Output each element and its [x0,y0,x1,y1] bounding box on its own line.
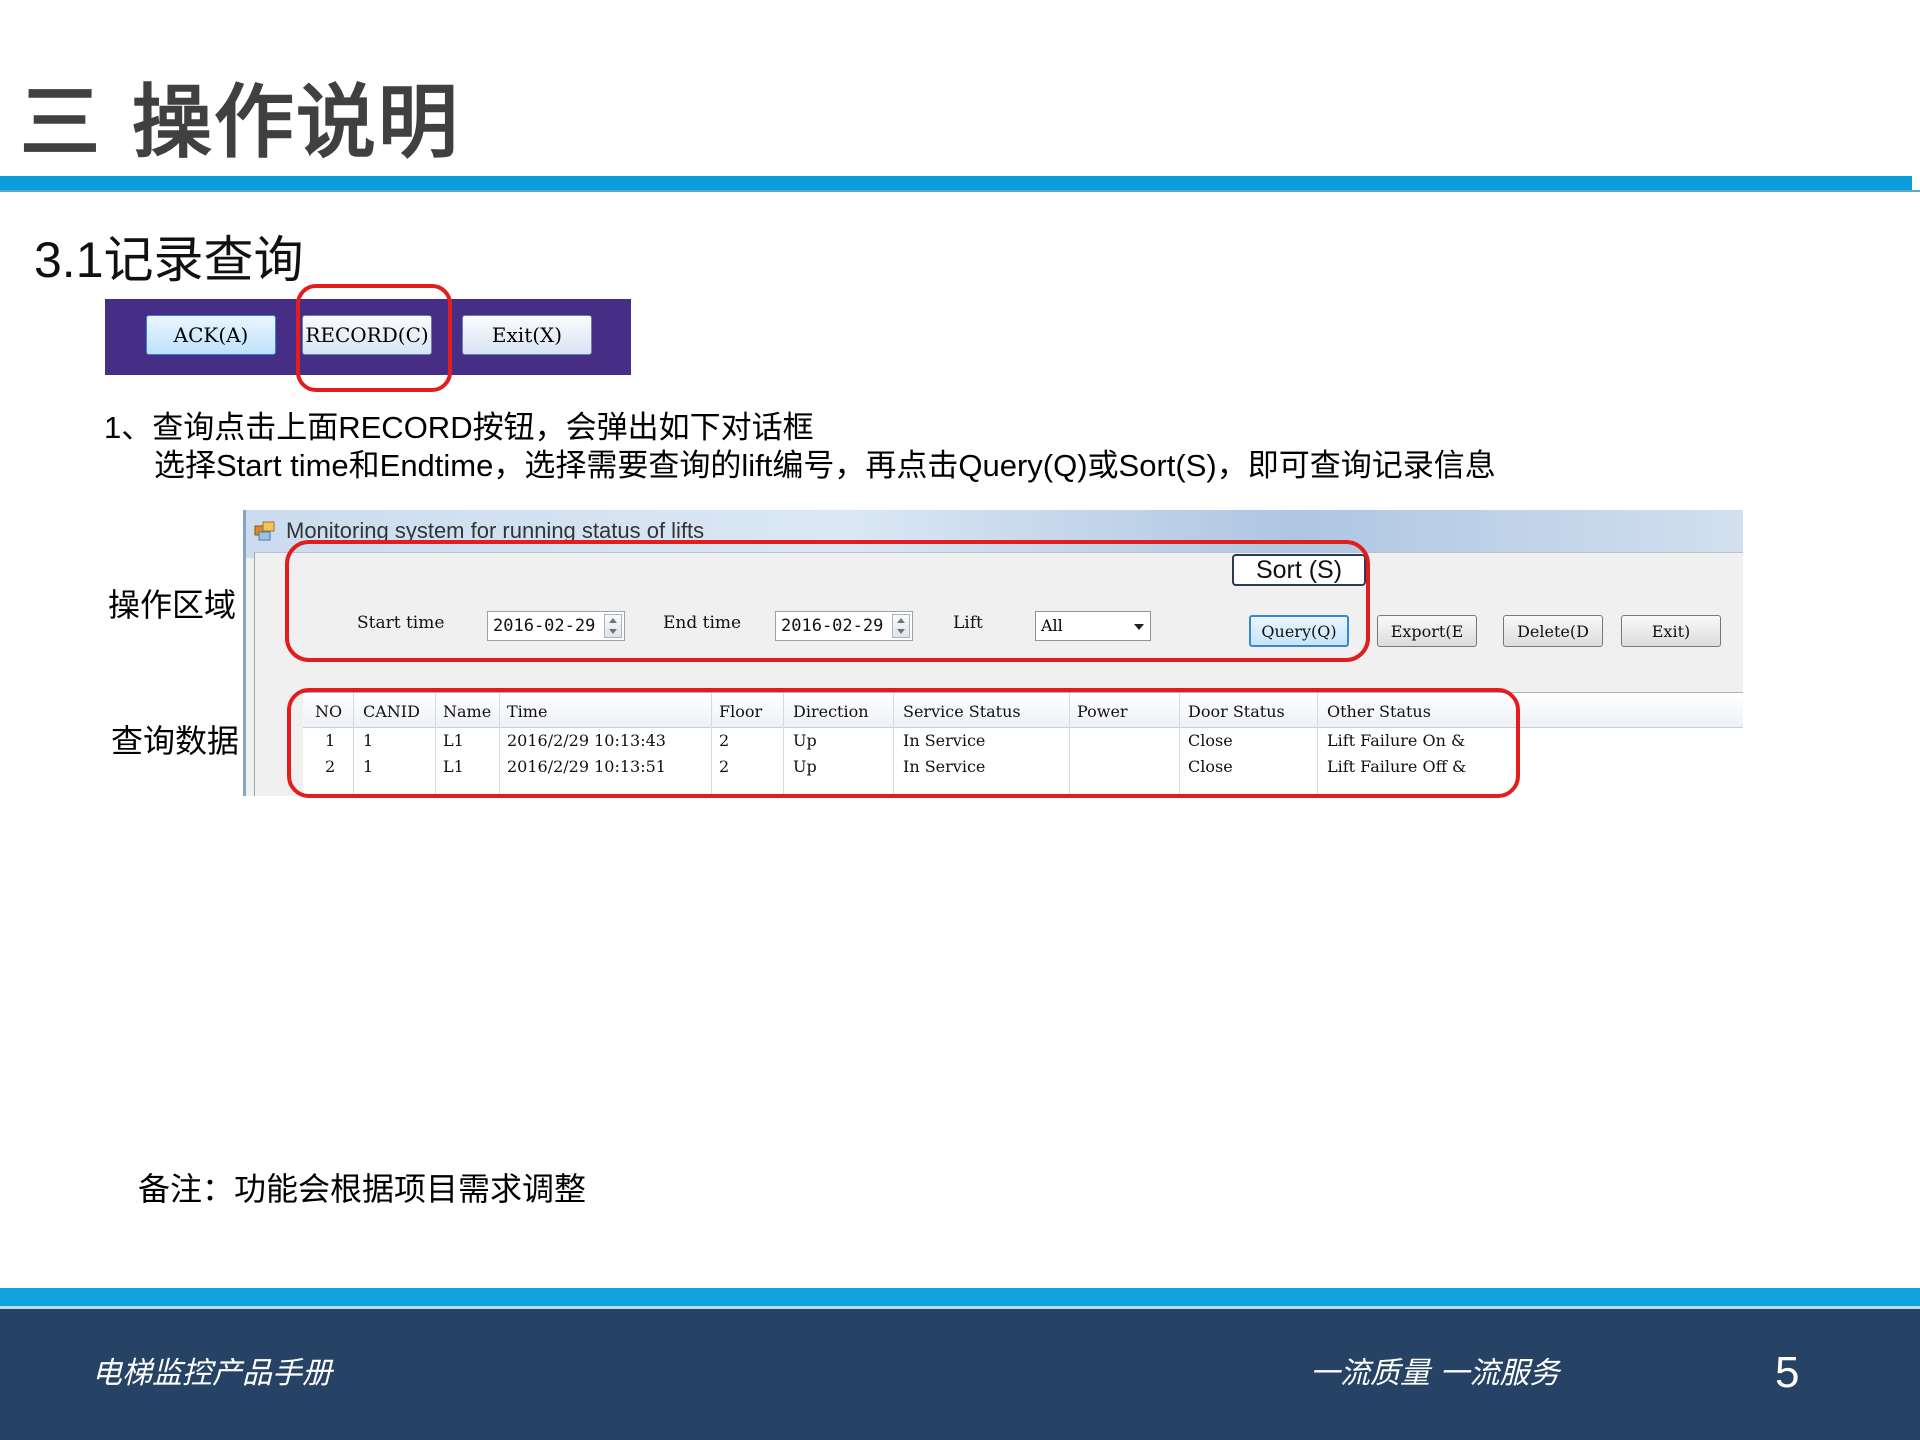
page-title: 三 操作说明 [20,76,460,169]
operation-area-label: 操作区域 [108,587,237,623]
query-data-highlight [287,688,1520,798]
query-data-label: 查询数据 [111,723,240,759]
app-icon [254,521,275,541]
instruction-line-2: 选择Start time和Endtime，选择需要查询的lift编号，再点击Qu… [154,448,1496,483]
record-button-highlight [296,284,452,392]
operation-area-highlight [285,540,1370,662]
footer-slogan: 一流质量 一流服务 [1310,1356,1560,1391]
footer-manual-title: 电梯监控产品手册 [92,1356,332,1391]
note-text: 备注：功能会根据项目需求调整 [138,1171,587,1207]
footer-divider [0,1288,1920,1306]
delete-button[interactable]: Delete(D [1503,615,1603,647]
dialog-exit-button[interactable]: Exit) [1621,615,1721,647]
section-title: 3.1记录查询 [34,232,304,288]
header-divider [0,176,1912,190]
header-divider-thin [0,190,1920,192]
ack-button[interactable]: ACK(A) [146,315,276,355]
export-button[interactable]: Export(E [1377,615,1477,647]
page-number: 5 [1775,1348,1800,1397]
exit-button[interactable]: Exit(X) [462,315,592,355]
